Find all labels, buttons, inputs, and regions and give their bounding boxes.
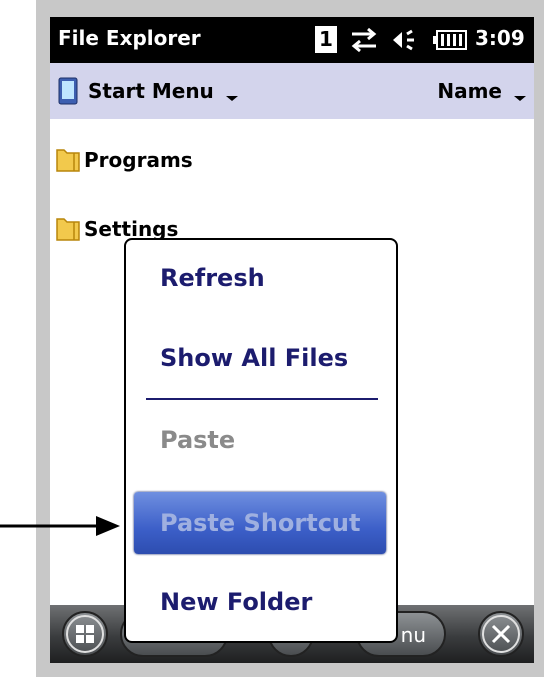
clock: 3:09 — [475, 26, 525, 50]
sort-label: Name — [437, 79, 502, 103]
sort-dropdown[interactable]: Name — [437, 63, 526, 119]
app-title: File Explorer — [58, 26, 201, 50]
status-bar: File Explorer 1 3:09 — [50, 17, 534, 63]
context-menu: Refresh Show All Files Paste Paste Short… — [124, 238, 398, 643]
folder-icon — [56, 149, 80, 172]
folder-dropdown[interactable]: Start Menu — [58, 63, 278, 119]
connectivity-icon — [351, 27, 377, 53]
windows-start-icon — [66, 615, 104, 653]
chevron-down-icon — [514, 95, 526, 101]
close-icon — [482, 615, 520, 653]
volume-icon — [393, 29, 414, 51]
menu-separator — [146, 398, 378, 400]
close-button[interactable] — [478, 611, 524, 657]
start-button[interactable] — [62, 611, 108, 657]
callout-arrow-icon — [0, 516, 120, 536]
sim-indicator: 1 — [315, 26, 337, 53]
menu-item-show-all-files[interactable]: Show All Files — [126, 328, 396, 388]
menu-item-new-folder[interactable]: New Folder — [126, 572, 396, 632]
battery-icon — [433, 30, 467, 50]
list-item[interactable]: Programs — [54, 143, 193, 177]
menu-item-paste-shortcut[interactable]: Paste Shortcut — [126, 493, 396, 553]
chevron-down-icon — [225, 95, 238, 101]
menu-item-refresh[interactable]: Refresh — [126, 248, 396, 308]
device-icon — [58, 77, 78, 105]
menu-item-paste[interactable]: Paste — [126, 410, 396, 470]
location-label: Start Menu — [88, 79, 214, 103]
menu-button-label: nu — [400, 623, 426, 647]
folder-icon — [56, 218, 80, 241]
location-bar: Start Menu Name — [50, 63, 534, 119]
file-label: Programs — [84, 148, 193, 172]
